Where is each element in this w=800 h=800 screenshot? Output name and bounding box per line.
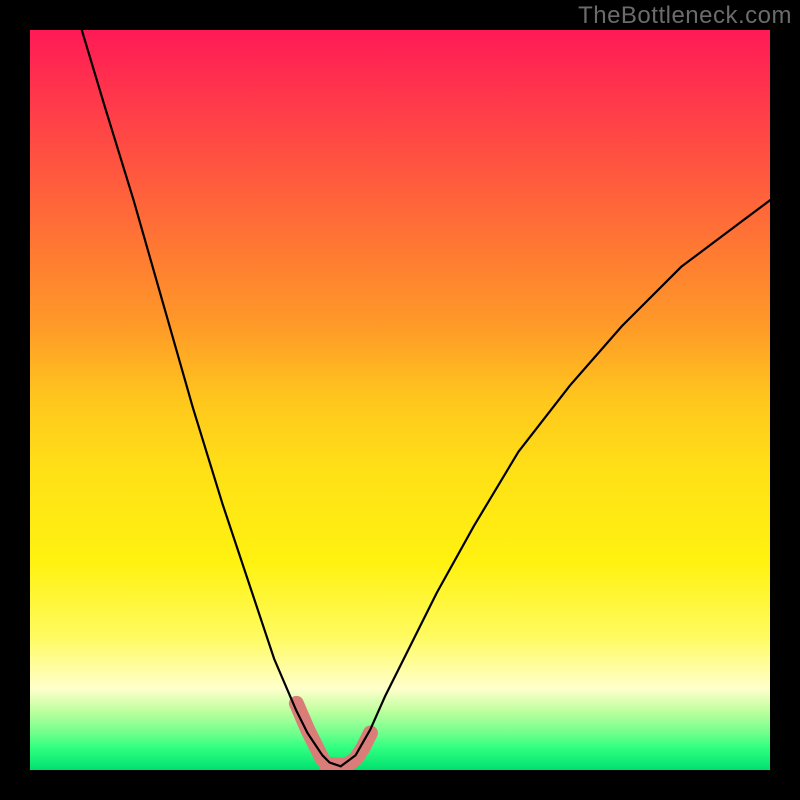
watermark-text: TheBottleneck.com bbox=[578, 2, 792, 30]
plot-area bbox=[30, 30, 770, 770]
chart-frame: TheBottleneck.com bbox=[0, 0, 800, 800]
curves-svg bbox=[30, 30, 770, 770]
curve-right bbox=[341, 200, 770, 766]
curve-left bbox=[82, 30, 341, 766]
